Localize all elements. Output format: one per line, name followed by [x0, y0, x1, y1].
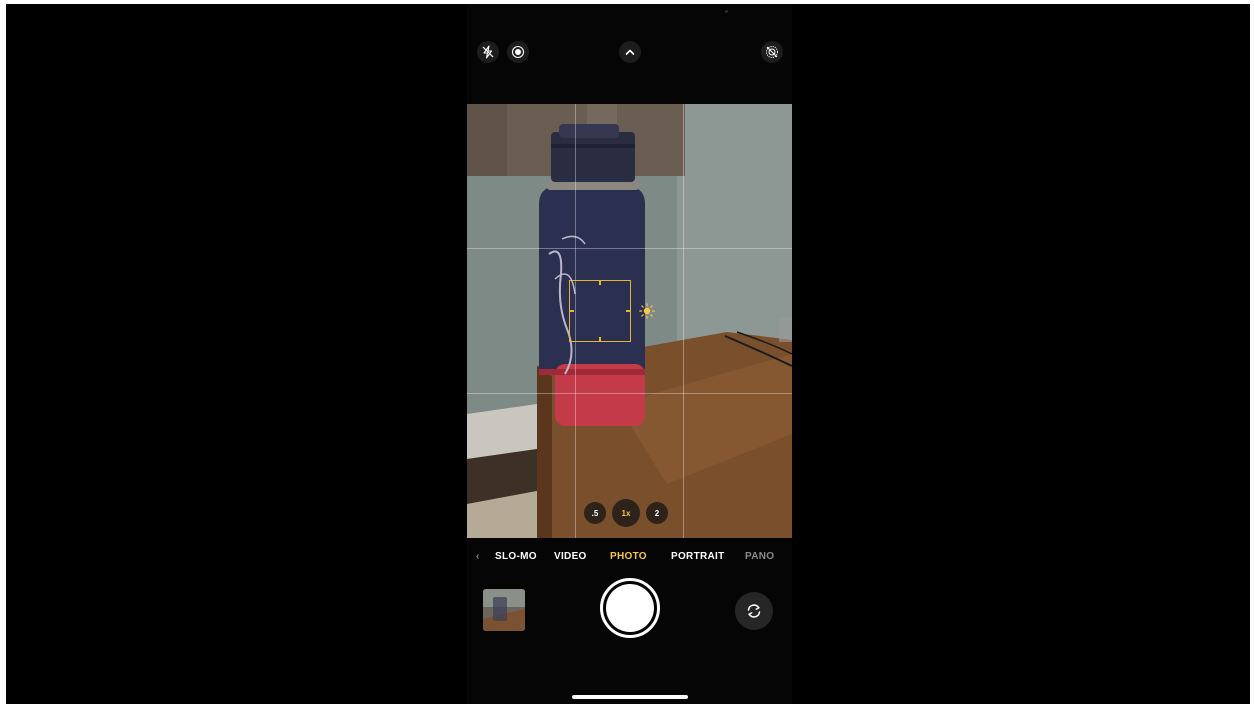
camera-app: .5 1x 2 ‹ SLO-MO VIDEO PHOTO PORTRAIT PA… [467, 4, 792, 704]
mode-slomo[interactable]: SLO-MO [495, 551, 537, 562]
shutter-inner [606, 584, 654, 632]
live-photo-toggle-button[interactable] [761, 41, 783, 63]
camera-indicator-dot [725, 10, 728, 13]
switch-camera-button[interactable] [735, 592, 773, 630]
grid-line-horizontal-2 [467, 393, 792, 394]
exposure-sun-icon[interactable] [639, 303, 655, 319]
shutter-button[interactable] [600, 578, 660, 638]
grid-line-vertical-2 [683, 104, 684, 538]
focus-square [569, 280, 631, 342]
chevron-up-icon [625, 49, 635, 55]
live-off-icon [766, 46, 778, 58]
zoom-wide-button[interactable]: .5 [584, 502, 606, 524]
camera-flip-icon [747, 604, 761, 618]
mode-video[interactable]: VIDEO [554, 551, 587, 562]
mode-hidden-edge: ‹ [476, 551, 480, 562]
zoom-selector: .5 1x 2 [584, 499, 668, 527]
mode-selector: ‹ SLO-MO VIDEO PHOTO PORTRAIT PANO [467, 551, 792, 567]
flash-off-icon [482, 45, 494, 59]
grid-line-horizontal-1 [467, 248, 792, 249]
live-photo-icon [511, 45, 525, 59]
thumbnail-image [483, 589, 525, 631]
night-mode-button[interactable] [507, 41, 529, 63]
mode-pano[interactable]: PANO [745, 551, 774, 562]
mode-photo[interactable]: PHOTO [610, 551, 647, 562]
flash-toggle-button[interactable] [477, 41, 499, 63]
mode-portrait[interactable]: PORTRAIT [671, 551, 725, 562]
viewfinder[interactable]: .5 1x 2 [467, 104, 792, 538]
last-photo-thumbnail[interactable] [483, 589, 525, 631]
zoom-tele-button[interactable]: 2 [646, 502, 668, 524]
zoom-main-button[interactable]: 1x [612, 499, 640, 527]
controls-expand-button[interactable] [619, 41, 641, 63]
home-indicator[interactable] [572, 695, 688, 699]
